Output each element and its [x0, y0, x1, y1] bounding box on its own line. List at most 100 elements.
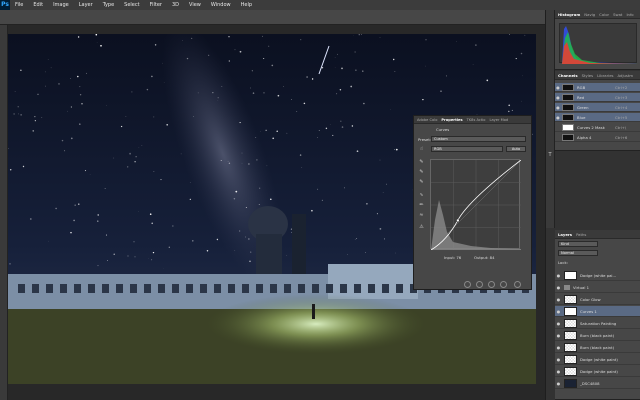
input-readout: Input: 76 [444, 255, 462, 260]
layer-row[interactable]: ● Dodge (white paint) [555, 366, 640, 377]
eye-icon[interactable]: ● [555, 333, 562, 338]
layer-name: Curves 1 [580, 308, 597, 314]
eye-icon[interactable]: ● [555, 285, 562, 290]
options-bar [0, 10, 640, 25]
curve-point-tool-icon[interactable]: ∿ [418, 192, 425, 199]
layer-row[interactable]: ● _DSC4808 [555, 378, 640, 389]
tab-adjustments[interactable]: Adjustm [618, 73, 634, 78]
eye-icon[interactable]: ● [555, 273, 562, 278]
menu-help[interactable]: Help [236, 0, 257, 10]
layer-thumbnail [564, 342, 577, 352]
smooth-icon[interactable]: ≈ [418, 212, 425, 219]
delete-icon[interactable] [514, 281, 521, 288]
eye-icon[interactable]: ● [555, 321, 562, 326]
view-previous-icon[interactable] [476, 281, 483, 288]
layer-thumbnail [564, 318, 577, 328]
menu-select[interactable]: Select [119, 0, 144, 10]
layer-name: Color Glow [580, 296, 601, 302]
layer-row[interactable]: ● Virtual 1 [555, 282, 640, 293]
histogram-tabs: Histogram Navig Color Swat Info [555, 10, 640, 19]
eye-icon[interactable]: ● [555, 345, 562, 350]
channel-name: Red [577, 94, 585, 100]
reset-icon[interactable] [488, 281, 495, 288]
eye-icon[interactable]: ● [555, 309, 562, 314]
target-adjust-icon[interactable]: ☝ [418, 146, 425, 153]
layer-thumbnail [564, 366, 577, 376]
menu-3d[interactable]: 3D [167, 0, 184, 10]
properties-tabs: Adobe Colo Properties TK8s Actio Layer M… [414, 116, 531, 124]
menu-view[interactable]: View [184, 0, 206, 10]
menu-layer[interactable]: Layer [74, 0, 98, 10]
tab-color[interactable]: Color [599, 12, 609, 17]
layer-row[interactable]: ● Dodge (white paint) [555, 354, 640, 365]
eye-icon[interactable]: ● [555, 381, 562, 386]
tab-libraries[interactable]: Libraries [597, 73, 613, 78]
eyedropper-black-icon[interactable]: ✎ [418, 159, 425, 166]
preset-label: Preset: [418, 137, 432, 142]
output-readout: Output: 84 [474, 255, 495, 260]
tab-histogram[interactable]: Histogram [558, 12, 580, 17]
layer-row[interactable]: ● Dodge (white pai... [555, 270, 640, 281]
channels-panel: Channels Styles Libraries Adjustm ● RGB Ct… [555, 71, 640, 151]
tab-navigator[interactable]: Navig [584, 12, 595, 17]
menu-file[interactable]: File [10, 0, 28, 10]
layer-name: _DSC4808 [580, 380, 600, 386]
channel-shortcut: Ctrl+2 [615, 84, 628, 90]
menu-type[interactable]: Type [98, 0, 119, 10]
preset-dropdown[interactable]: Custom [431, 136, 526, 142]
tab-info[interactable]: Info [626, 12, 633, 17]
layer-filter-dropdown[interactable]: Kind [558, 241, 598, 247]
document-canvas[interactable]: Adobe Colo Properties TK8s Actio Layer M… [8, 25, 545, 400]
channel-row[interactable]: ● RGB Ctrl+2 [555, 83, 640, 92]
blend-mode-dropdown[interactable]: Normal [558, 250, 598, 256]
tab-layer-mod[interactable]: Layer Mod [489, 118, 508, 122]
menu-image[interactable]: Image [48, 0, 74, 10]
tab-adobe-color[interactable]: Adobe Colo [417, 118, 437, 122]
eye-icon[interactable]: ● [555, 95, 561, 100]
channel-row[interactable]: ● Red Ctrl+3 [555, 93, 640, 102]
layer-row[interactable]: ● Burn (black paint) [555, 342, 640, 353]
clip-to-layer-icon[interactable] [464, 281, 471, 288]
eye-icon[interactable]: ● [555, 357, 562, 362]
curves-graph[interactable] [430, 159, 522, 251]
pencil-tool-icon[interactable]: ✏ [418, 202, 425, 209]
menu-edit[interactable]: Edit [28, 0, 48, 10]
tab-properties[interactable]: Properties [441, 118, 462, 122]
layer-thumbnail [564, 270, 577, 280]
channel-row[interactable]: Curves 2 Mask Ctrl+\ [555, 123, 640, 132]
layer-row[interactable]: ● Color Glow [555, 294, 640, 305]
eyedropper-gray-icon[interactable]: ✎ [418, 169, 425, 176]
tab-channels[interactable]: Channels [558, 73, 578, 78]
menu-filter[interactable]: Filter [145, 0, 167, 10]
auto-button[interactable]: Auto [506, 146, 526, 152]
tab-swatches[interactable]: Swat [613, 12, 622, 17]
eye-icon[interactable]: ● [555, 105, 561, 110]
tab-actions[interactable]: TK8s Actio [467, 118, 486, 122]
layer-name: Burn (black paint) [580, 344, 615, 350]
warning-icon: ⚠ [419, 224, 424, 230]
channel-name: Curves 2 Mask [577, 124, 605, 130]
eye-icon[interactable]: ● [555, 85, 561, 90]
tab-paths[interactable]: Paths [576, 232, 586, 237]
tab-styles[interactable]: Styles [582, 73, 594, 78]
tk-panel-icon[interactable]: T [546, 152, 554, 158]
panel-dock: Histogram Navig Color Swat Info Channels… [545, 10, 640, 400]
channel-row[interactable]: ● Green Ctrl+4 [555, 103, 640, 112]
channel-dropdown[interactable]: RGB [431, 146, 503, 152]
eye-icon[interactable]: ● [555, 369, 562, 374]
layer-row[interactable]: ● Saturation Painting [555, 318, 640, 329]
eye-icon[interactable]: ● [555, 115, 561, 120]
layer-row[interactable]: ● Burn (black paint) [555, 330, 640, 341]
layer-thumbnail [564, 306, 577, 316]
eyedropper-white-icon[interactable]: ✎ [418, 179, 425, 186]
menu-window[interactable]: Window [206, 0, 236, 10]
layer-name: Dodge (white paint) [580, 356, 618, 362]
channel-shortcut: Ctrl+4 [615, 104, 628, 110]
visibility-icon[interactable] [500, 281, 507, 288]
eye-icon[interactable]: ● [555, 297, 562, 302]
layer-row[interactable]: ● Curves 1 [555, 306, 640, 317]
tab-layers[interactable]: Layers [558, 232, 572, 237]
channel-row[interactable]: ● Blue Ctrl+5 [555, 113, 640, 122]
channel-row[interactable]: Alpha 4 Ctrl+6 [555, 133, 640, 142]
lock-label: Lock: [558, 260, 568, 265]
